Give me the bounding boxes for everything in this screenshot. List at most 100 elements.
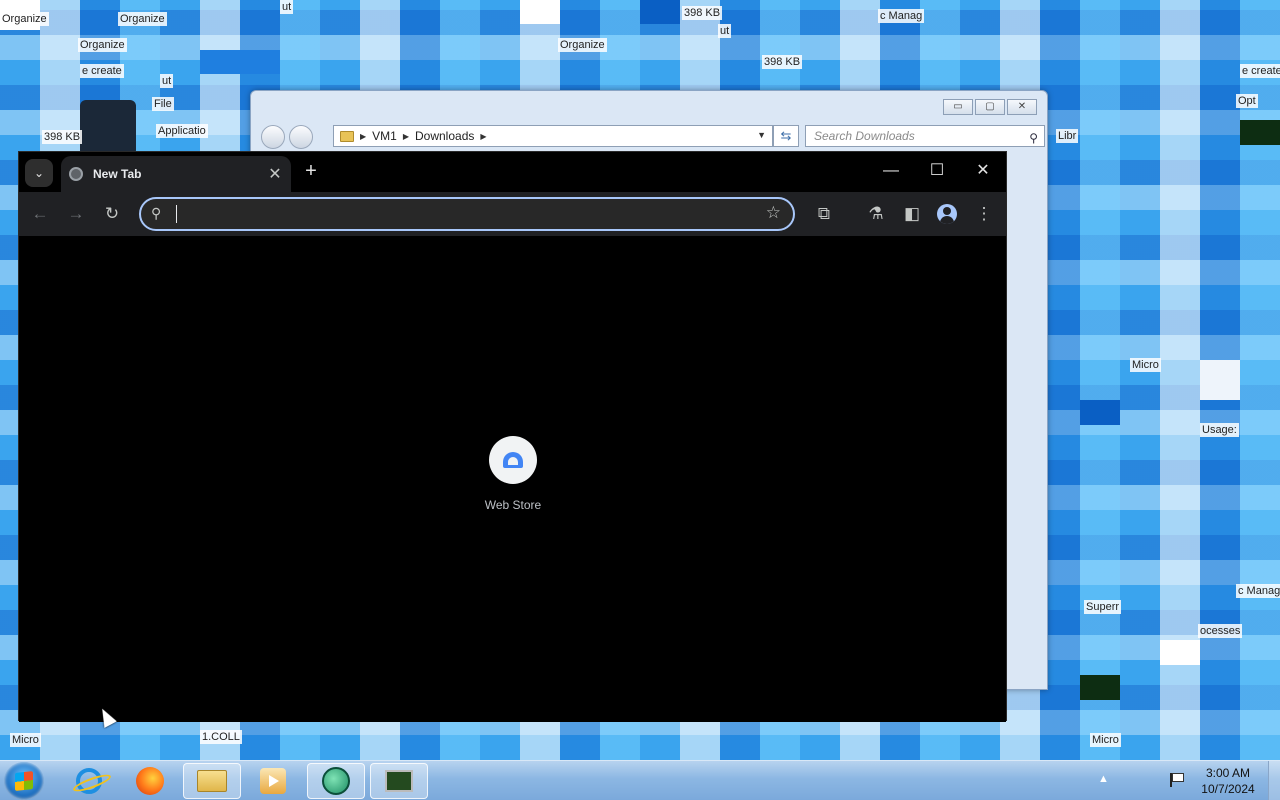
taskbar-chat-app[interactable] — [307, 763, 365, 799]
desktop-fragment: Organize — [118, 12, 167, 26]
search-icon: ⚲ — [1029, 131, 1038, 145]
desktop-glitch-tile — [1240, 120, 1280, 145]
shortcut-web-store[interactable]: Web Store — [453, 436, 573, 512]
desktop-fragment: Applicatio — [156, 124, 208, 138]
show-desktop-button[interactable] — [1268, 761, 1280, 800]
explorer-titlebar[interactable]: ▭ ▢ ✕ — [251, 91, 1047, 121]
explorer-minimize-button[interactable]: ▭ — [943, 99, 973, 115]
desktop-glitch-tile — [640, 0, 680, 24]
folder-icon — [197, 770, 227, 792]
desktop-fragment: Micro — [10, 733, 41, 747]
media-player-icon — [260, 768, 286, 794]
shortcut-label: Web Store — [484, 498, 542, 512]
menu-kebab-icon[interactable]: ⋮ — [971, 201, 997, 227]
omnibox[interactable]: ⚲ ☆ — [139, 197, 795, 231]
maximize-button[interactable]: ☐ — [914, 158, 960, 186]
chevron-down-icon: ⌄ — [33, 166, 45, 180]
taskbar-internet-explorer[interactable] — [60, 763, 118, 799]
desktop-glitch-tile — [1160, 640, 1200, 665]
folder-icon — [340, 130, 354, 142]
desktop-fragment: 1.COLL — [200, 730, 242, 744]
taskbar-media-player[interactable] — [244, 763, 302, 799]
desktop-glitch-tile — [1200, 360, 1240, 400]
desktop-fragment: ut — [718, 24, 732, 38]
new-tab-button[interactable]: + — [299, 160, 323, 184]
forward-button[interactable]: → — [63, 201, 89, 227]
labs-flask-icon[interactable]: ⚗ — [863, 201, 889, 227]
tab-title: New Tab — [93, 167, 142, 181]
desktop-glitch-tile — [520, 0, 560, 24]
desktop-fragment: Usage: — [1200, 423, 1239, 437]
taskbar-firefox[interactable] — [121, 763, 179, 799]
steam-icon — [80, 100, 136, 156]
breadcrumb-separator-icon: ▶ — [480, 131, 487, 141]
explorer-maximize-button[interactable]: ▢ — [975, 99, 1005, 115]
breadcrumb-vm1[interactable]: VM1 — [372, 129, 397, 143]
new-tab-page: Web Store — [19, 236, 1006, 722]
desktop-fragment: c Manag — [1236, 584, 1280, 598]
desktop-fragment: Micro — [1090, 733, 1121, 747]
text-caret — [176, 205, 177, 223]
system-clock[interactable]: 3:00 AM 10/7/2024 — [1192, 765, 1264, 797]
task-manager-icon — [385, 770, 413, 792]
explorer-search-input[interactable]: Search Downloads ⚲ — [805, 125, 1045, 147]
desktop-fragment: 398 KB — [682, 6, 723, 20]
extensions-icon[interactable]: ⧉ — [811, 201, 837, 227]
reload-button[interactable]: ↻ — [99, 201, 125, 227]
desktop-fragment: Micro — [1130, 358, 1161, 372]
person-icon — [943, 207, 951, 215]
address-dropdown-icon[interactable]: ▼ — [757, 130, 766, 140]
explorer-forward-button[interactable] — [289, 125, 313, 149]
desktop-fragment: Organize — [0, 12, 49, 26]
desktop-fragment: e create — [1240, 64, 1280, 78]
search-icon: ⚲ — [151, 205, 162, 221]
desktop-fragment: 398 KB — [762, 55, 803, 69]
breadcrumb-downloads[interactable]: Downloads — [415, 129, 474, 143]
tab-strip[interactable]: ⌄ New Tab ✕ + — ☐ ✕ — [19, 152, 1006, 192]
explorer-refresh-button[interactable]: ⇆ — [773, 125, 799, 147]
profile-avatar[interactable] — [937, 204, 957, 224]
close-window-button[interactable]: ✕ — [960, 158, 1006, 186]
chat-bubble-icon — [322, 767, 350, 795]
omnibox-input[interactable] — [175, 204, 735, 224]
bookmark-star-icon[interactable]: ☆ — [766, 203, 781, 223]
desktop-fragment: File — [152, 97, 174, 111]
explorer-search-placeholder: Search Downloads — [814, 129, 915, 143]
taskbar-task-manager[interactable] — [370, 763, 428, 799]
desktop-fragment: ut — [280, 0, 294, 14]
action-center-flag-icon[interactable] — [1170, 773, 1184, 787]
desktop-glitch-tile — [1080, 675, 1120, 700]
tab-new-tab[interactable]: New Tab ✕ — [61, 156, 291, 192]
taskbar-windows-explorer[interactable] — [183, 763, 241, 799]
show-hidden-icons-icon[interactable]: ▲ — [1098, 773, 1109, 785]
desktop-fragment: Opt — [1236, 94, 1258, 108]
minimize-button[interactable]: — — [868, 158, 914, 186]
clock-date: 10/7/2024 — [1201, 782, 1255, 796]
clock-time: 3:00 AM — [1205, 766, 1251, 780]
windows-logo-icon — [15, 771, 33, 791]
desktop-fragment: Libr — [1056, 129, 1079, 143]
breadcrumb-separator-icon: ▶ — [360, 131, 367, 141]
explorer-close-button[interactable]: ✕ — [1007, 99, 1037, 115]
back-button[interactable]: ← — [27, 201, 53, 227]
desktop-fragment: e create — [80, 64, 124, 78]
desktop-fragment: c Manag — [878, 9, 925, 23]
desktop-glitch-tile — [1080, 400, 1120, 425]
firefox-icon — [136, 767, 164, 795]
desktop-fragment: ut — [160, 74, 174, 88]
tab-search-button[interactable]: ⌄ — [25, 159, 53, 187]
web-store-icon — [489, 436, 537, 484]
desktop-fragment: Organize — [558, 38, 607, 52]
explorer-address-bar[interactable]: ▶ VM1 ▶ Downloads ▶ ▼ — [333, 125, 773, 147]
breadcrumb-separator-icon: ▶ — [402, 131, 409, 141]
tab-close-button[interactable]: ✕ — [263, 164, 287, 184]
start-button[interactable] — [4, 762, 44, 800]
chrome-window[interactable]: ⌄ New Tab ✕ + — ☐ ✕ ← → ↻ ⚲ ☆ ⧉ ⚗ ◧ ⋮ We… — [18, 151, 1007, 722]
internet-explorer-icon — [76, 768, 102, 794]
globe-icon — [69, 167, 83, 181]
side-panel-icon[interactable]: ◧ — [899, 201, 925, 227]
explorer-back-button[interactable] — [261, 125, 285, 149]
browser-toolbar: ← → ↻ ⚲ ☆ ⧉ ⚗ ◧ ⋮ — [19, 192, 1006, 236]
desktop-fragment: Organize — [78, 38, 127, 52]
desktop-glitch-tile — [200, 50, 280, 74]
